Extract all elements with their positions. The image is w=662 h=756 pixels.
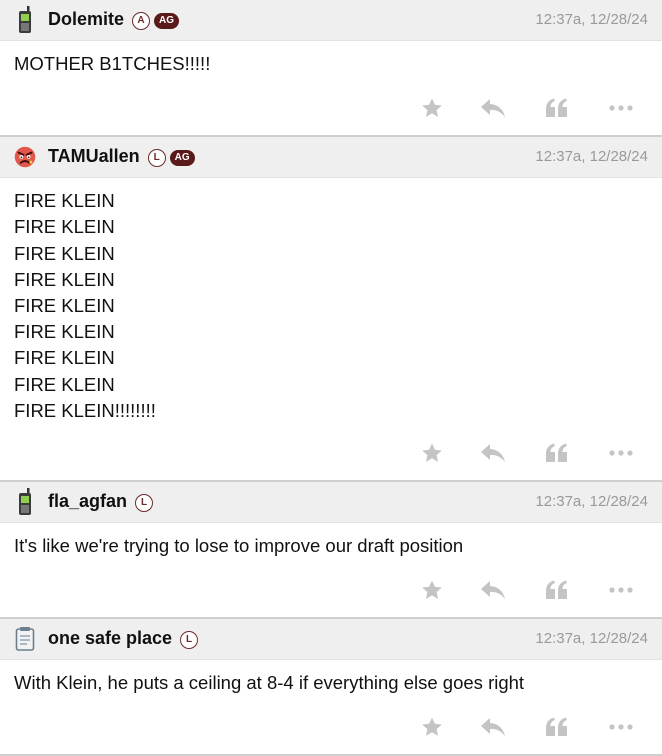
post-text-line: FIRE KLEIN xyxy=(14,321,115,343)
post-header: one safe place L 12:37a, 12/28/24 xyxy=(0,619,662,661)
post-text-line: FIRE KLEIN xyxy=(14,190,115,212)
quote-icon[interactable] xyxy=(544,95,570,121)
post-body: It's like we're trying to lose to improv… xyxy=(0,523,662,567)
post-text-line: FIRE KLEIN xyxy=(14,347,115,369)
more-icon[interactable] xyxy=(608,95,634,121)
post-text-line: FIRE KLEIN xyxy=(14,268,115,290)
username[interactable]: TAMUallen L AG xyxy=(48,146,195,168)
username-text[interactable]: Dolemite xyxy=(48,9,124,29)
post-header: TAMUallen L AG 12:37a, 12/28/24 xyxy=(0,137,662,179)
post-header: fla_agfan L 12:37a, 12/28/24 xyxy=(0,482,662,524)
reply-icon[interactable] xyxy=(480,95,506,121)
username-text[interactable]: fla_agfan xyxy=(48,491,127,511)
more-icon[interactable] xyxy=(608,714,634,740)
badge-ag: AG xyxy=(154,13,180,29)
notepad-icon[interactable] xyxy=(14,625,36,653)
timestamp: 12:37a, 12/28/24 xyxy=(535,11,648,28)
post-body: FIRE KLEIN FIRE KLEIN FIRE KLEIN FIRE KLEIN… xyxy=(0,178,662,430)
post-3: fla_agfan L 12:37a, 12/28/24 It's like we… xyxy=(0,482,662,620)
badges: A AG xyxy=(132,12,180,30)
angry-face-icon[interactable] xyxy=(14,143,36,171)
username[interactable]: Dolemite A AG xyxy=(48,9,180,30)
username[interactable]: fla_agfan L xyxy=(48,491,154,513)
username[interactable]: one safe place L xyxy=(48,628,199,650)
reply-icon[interactable] xyxy=(480,714,506,740)
badges: L AG xyxy=(147,149,195,168)
star-icon[interactable] xyxy=(419,714,445,740)
quote-icon[interactable] xyxy=(544,577,570,603)
quote-icon[interactable] xyxy=(544,440,570,466)
post-actions xyxy=(0,704,662,754)
badge-letter: L xyxy=(135,494,154,513)
badges: L xyxy=(180,631,199,650)
phone-icon[interactable] xyxy=(14,488,36,516)
post-text-line: It's like we're trying to lose to improv… xyxy=(14,535,464,557)
post-text-line: MOTHER B1TCHES!!!!! xyxy=(14,53,211,74)
badge-letter: A xyxy=(132,12,151,30)
post-body: With Klein, he puts a ceiling at 8-4 if … xyxy=(0,660,662,704)
more-icon[interactable] xyxy=(608,577,634,603)
reply-icon[interactable] xyxy=(480,577,506,603)
star-icon[interactable] xyxy=(419,95,445,121)
post-feed: Dolemite A AG 12:37a, 12/28/24 MOTHER B1TC… xyxy=(0,0,662,756)
post-2: TAMUallen L AG 12:37a, 12/28/24 FIRE KLEIN… xyxy=(0,137,662,483)
username-text[interactable]: TAMUallen xyxy=(48,146,140,166)
post-text-line: FIRE KLEIN!!!!!!!! xyxy=(14,399,156,421)
timestamp: 12:37a, 12/28/24 xyxy=(535,493,648,511)
post-actions xyxy=(0,430,662,480)
timestamp: 12:37a, 12/28/24 xyxy=(535,148,648,166)
more-icon[interactable] xyxy=(608,440,634,466)
post-text-line: FIRE KLEIN xyxy=(14,295,115,317)
post-body: MOTHER B1TCHES!!!!! xyxy=(0,41,662,85)
post-text-line: FIRE KLEIN xyxy=(14,242,115,264)
badges: L xyxy=(135,494,154,513)
star-icon[interactable] xyxy=(419,440,445,466)
badge-ag: AG xyxy=(169,150,195,167)
post-4: one safe place L 12:37a, 12/28/24 With Kl… xyxy=(0,619,662,756)
phone-icon[interactable] xyxy=(14,6,36,34)
badge-letter: L xyxy=(147,149,166,168)
post-actions xyxy=(0,85,662,135)
post-text-line: FIRE KLEIN xyxy=(14,216,115,238)
post-text-line: With Klein, he puts a ceiling at 8-4 if … xyxy=(14,672,525,694)
badge-letter: L xyxy=(180,631,199,650)
post-text-line: FIRE KLEIN xyxy=(14,373,115,395)
post-actions xyxy=(0,567,662,617)
username-text[interactable]: one safe place xyxy=(48,628,172,648)
timestamp: 12:37a, 12/28/24 xyxy=(535,630,648,648)
star-icon[interactable] xyxy=(419,577,445,603)
quote-icon[interactable] xyxy=(544,714,570,740)
post-header: Dolemite A AG 12:37a, 12/28/24 xyxy=(0,0,662,41)
reply-icon[interactable] xyxy=(480,440,506,466)
post-1: Dolemite A AG 12:37a, 12/28/24 MOTHER B1TC… xyxy=(0,0,662,138)
